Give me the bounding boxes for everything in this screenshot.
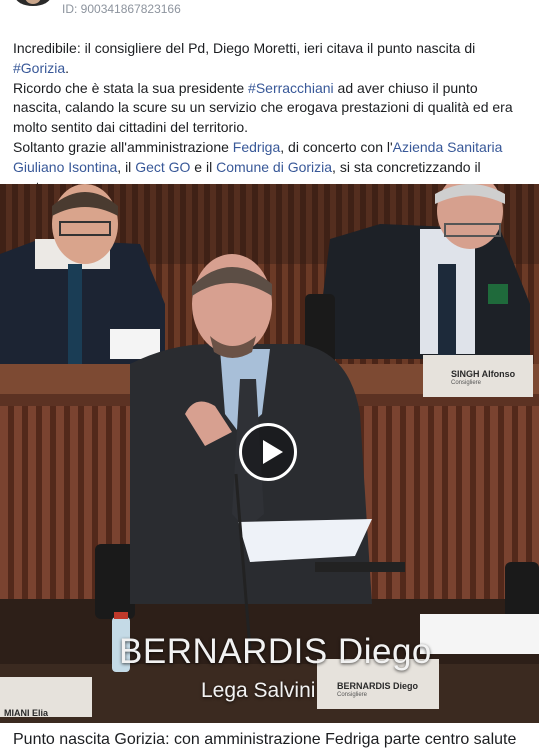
nameplate-singh: SINGH Alfonso Consigliere [423, 355, 533, 397]
post-text-run: e il [190, 158, 217, 175]
link-preview-title[interactable]: Punto nascita Gorizia: con amministrazio… [13, 731, 533, 749]
video-player[interactable]: SINGH Alfonso Consigliere BERNARDIS Dieg… [0, 184, 539, 723]
post-text-run: Soltanto grazie all'amministrazione [13, 138, 233, 155]
post-text-run: , di concerto con l' [280, 138, 393, 155]
nameplate-miani-label: MIANI Elia [4, 708, 49, 718]
nameplate-singh-label: SINGH Alfonso [451, 369, 516, 379]
post-text: Incredibile: il consigliere del Pd, Dieg… [13, 39, 528, 197]
video-caption-name: BERNARDIS Diego [119, 632, 432, 671]
post-text-run: Ricordo che è stata la sua presidente [13, 79, 249, 96]
post-link[interactable]: Fedriga [233, 139, 280, 155]
post-paragraph: Incredibile: il consigliere del Pd, Dieg… [13, 39, 528, 79]
post-link[interactable]: #Gorizia [13, 60, 65, 76]
nameplate-singh-role: Consigliere [451, 380, 482, 386]
nameplate-bernardis-role: Consigliere [337, 692, 368, 698]
nameplate-miani: MIANI Elia [0, 677, 92, 718]
author-avatar[interactable] [15, 0, 51, 6]
post-text-run: Incredibile: il consigliere del Pd, Dieg… [13, 40, 476, 56]
play-icon[interactable] [239, 423, 297, 481]
post-id: ID: 900341867823166 [62, 2, 181, 16]
post-text-run: . [65, 59, 70, 76]
post-paragraph: Ricordo che è stata la sua presidente #S… [13, 79, 528, 138]
video-caption-party: Lega Salvini [201, 679, 316, 702]
nameplate-bernardis-label: BERNARDIS Diego [337, 681, 419, 691]
post-link[interactable]: Gect GO [135, 159, 190, 175]
post-text-run: , il [117, 158, 136, 175]
post-link[interactable]: #Serracchiani [248, 80, 334, 96]
post-link[interactable]: Comune di Gorizia [216, 159, 332, 175]
